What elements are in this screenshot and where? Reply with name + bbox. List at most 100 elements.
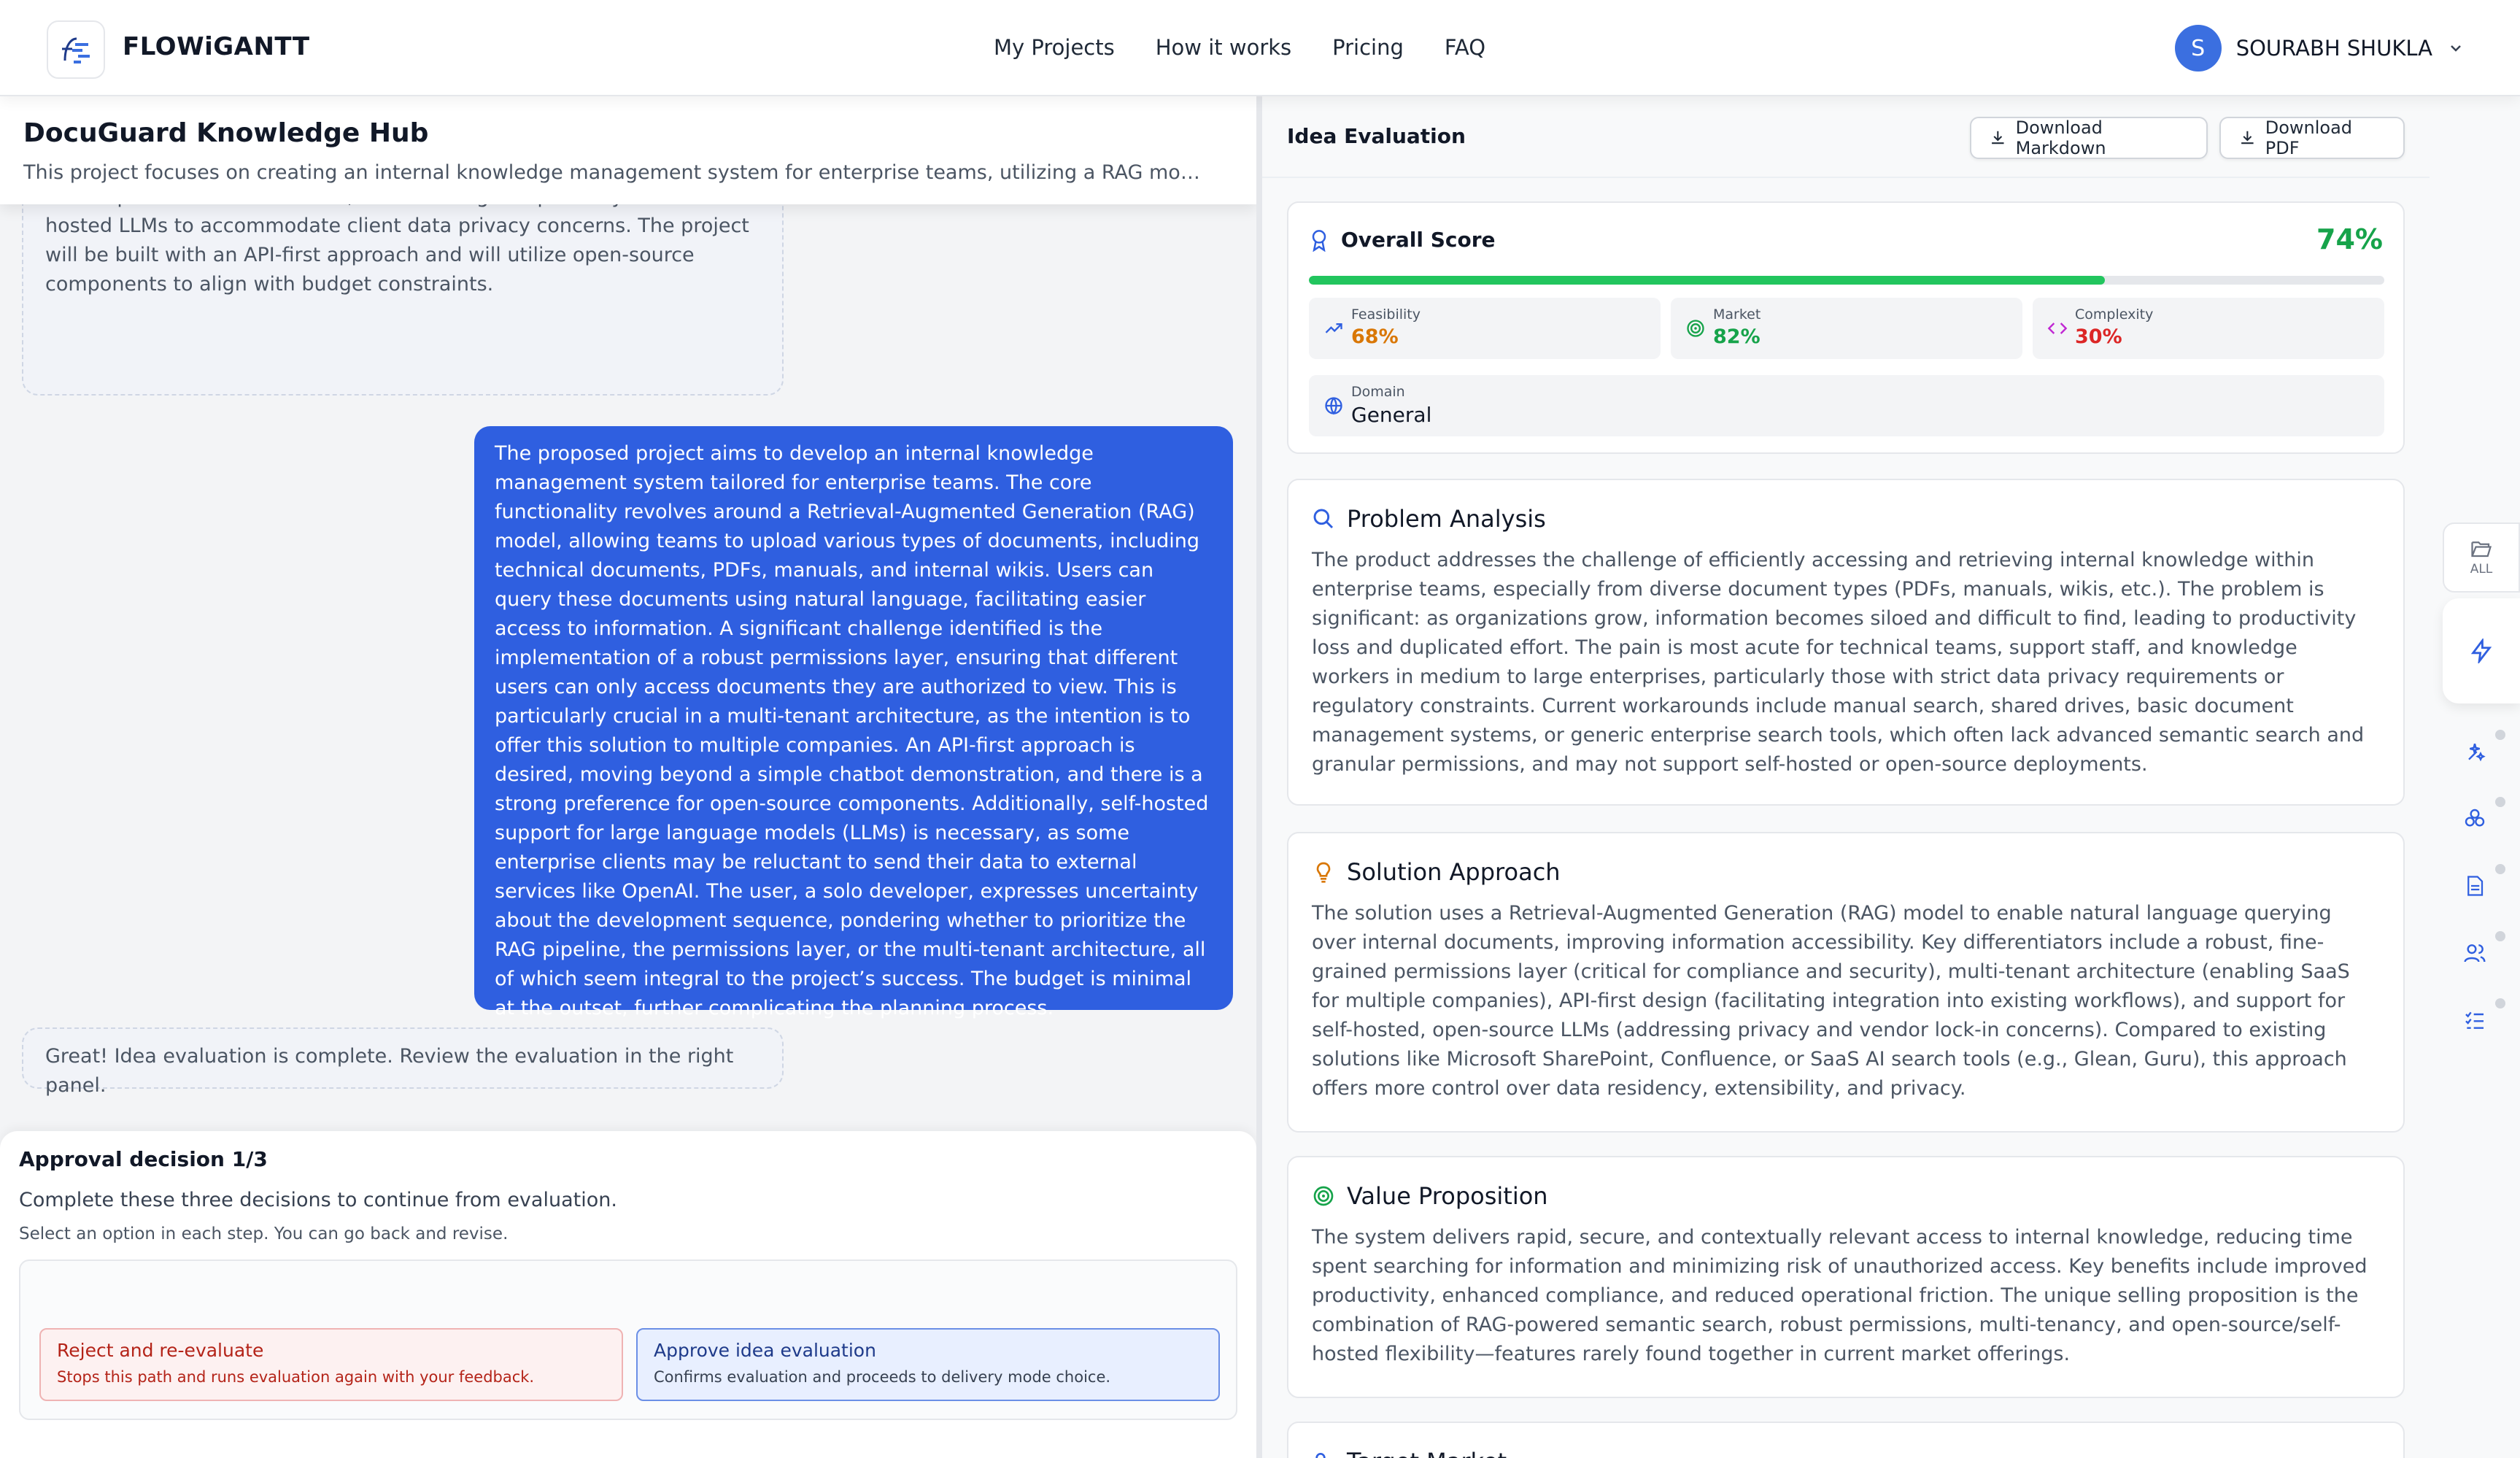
overall-score-card: Overall Score 74% Feasibility 68% Market…: [1287, 201, 2405, 454]
globe-icon: [1325, 397, 1342, 415]
user-message: The proposed project aims to develop an …: [474, 426, 1233, 1019]
user-name[interactable]: SOURABH SHUKLA: [2236, 36, 2432, 61]
assistant-message-complete-text: Great! Idea evaluation is complete. Revi…: [45, 1045, 734, 1097]
metric-complexity: Complexity 30%: [2033, 298, 2384, 359]
overall-score-bar-fill: [1309, 276, 2105, 285]
sparkles-icon: [2468, 744, 2486, 762]
nav-how-it-works[interactable]: How it works: [1156, 35, 1291, 60]
rail-bolt-button[interactable]: [2443, 598, 2520, 703]
overall-score-bar: [1309, 276, 2384, 285]
project-title: DocuGuard Knowledge Hub: [23, 118, 429, 148]
flow-logo-icon: [62, 37, 90, 63]
section-problem-analysis: Problem Analysis The product addresses t…: [1287, 479, 2405, 806]
approval-panel: Approval decision 1/3 Complete these thr…: [0, 1131, 1256, 1458]
metric-label: Market: [1713, 306, 1761, 323]
overall-score-label: Overall Score: [1341, 228, 1496, 252]
status-dot: [2495, 730, 2505, 740]
approve-label: Approve idea evaluation: [654, 1340, 876, 1361]
rail-all-button[interactable]: ALL: [2443, 522, 2520, 593]
metric-label: Feasibility: [1351, 306, 1421, 323]
metric-market: Market 82%: [1671, 298, 2022, 359]
download-pdf-button[interactable]: Download PDF: [2219, 117, 2405, 159]
top-navigation-bar: FLOWiGANTT My Projects How it works Pric…: [0, 0, 2520, 96]
rail-sparkle-button[interactable]: [2443, 725, 2507, 778]
code-icon: [2047, 323, 2068, 334]
logo[interactable]: [47, 20, 105, 79]
rail-all-label: ALL: [2470, 562, 2493, 576]
project-header: DocuGuard Knowledge Hub This project foc…: [0, 96, 1256, 204]
target-icon: [1687, 320, 1704, 337]
download-icon: [1992, 131, 2004, 144]
domain-value: General: [1351, 403, 1432, 427]
brand-name: FLOWiGANTT: [123, 32, 310, 61]
target-icon: [1313, 1186, 1334, 1206]
rail-users-button[interactable]: [2443, 927, 2507, 979]
cubes-icon: [2465, 809, 2485, 827]
approve-description: Confirms evaluation and proceeds to deli…: [654, 1368, 1111, 1386]
section-solution-approach: Solution Approach The solution uses a Re…: [1287, 832, 2405, 1133]
user-menu[interactable]: S SOURABH SHUKLA: [2174, 25, 2465, 72]
evaluation-header: Idea Evaluation Download Markdown Downlo…: [1262, 96, 2430, 178]
download-markdown-label: Download Markdown: [2015, 117, 2106, 158]
approval-options: Reject and re-evaluate Stops this path a…: [19, 1260, 1237, 1420]
section-body: The solution uses a Retrieval-Augmented …: [1312, 902, 2350, 1100]
pane-divider[interactable]: [1256, 96, 1262, 1458]
reject-label: Reject and re-evaluate: [57, 1340, 264, 1361]
metric-label: Complexity: [2075, 306, 2154, 323]
section-value-proposition: Value Proposition The system delivers ra…: [1287, 1156, 2405, 1398]
project-description: This project focuses on creating an inte…: [23, 161, 1205, 184]
approval-subtitle: Complete these three decisions to contin…: [19, 1189, 617, 1211]
rail-cubes-button[interactable]: [2443, 792, 2507, 845]
nav-pricing[interactable]: Pricing: [1332, 35, 1404, 60]
user-message-text: The proposed project aims to develop an …: [495, 442, 1209, 1019]
section-title: Target Market: [1347, 1448, 1507, 1458]
approve-button[interactable]: Approve idea evaluation Confirms evaluat…: [636, 1328, 1220, 1401]
nav-faq[interactable]: FAQ: [1445, 35, 1485, 60]
download-markdown-button[interactable]: Download Markdown: [1970, 117, 2208, 159]
metric-feasibility: Feasibility 68%: [1309, 298, 1661, 359]
nav-my-projects[interactable]: My Projects: [994, 35, 1115, 60]
assistant-message-complete: Great! Idea evaluation is complete. Revi…: [22, 1027, 784, 1097]
metric-value: 68%: [1351, 325, 1399, 348]
status-dot: [2495, 998, 2505, 1008]
search-icon: [1313, 509, 1334, 529]
main-nav: My Projects How it works Pricing FAQ: [994, 35, 1485, 60]
chat-pane: DocuGuard Knowledge Hub This project foc…: [0, 96, 1256, 1458]
avatar[interactable]: S: [2174, 25, 2222, 72]
section-title: Solution Approach: [1347, 858, 1561, 886]
metric-value: 30%: [2075, 325, 2122, 348]
status-dot: [2495, 864, 2505, 874]
approval-title: Approval decision 1/3: [19, 1147, 268, 1171]
evaluation-pane: Idea Evaluation Download Markdown Downlo…: [1262, 96, 2430, 1458]
evaluation-title: Idea Evaluation: [1287, 124, 1466, 148]
trending-up-icon: [1325, 323, 1342, 333]
section-title: Problem Analysis: [1347, 505, 1546, 533]
status-dot: [2495, 931, 2505, 941]
rail-checklist-button[interactable]: [2443, 994, 2507, 1046]
side-rail: ALL: [2430, 96, 2520, 1458]
award-icon: [1312, 229, 1326, 252]
reject-description: Stops this path and runs evaluation agai…: [57, 1368, 535, 1386]
section-body: The system delivers rapid, secure, and c…: [1312, 1226, 2368, 1365]
section-body: The product addresses the challenge of e…: [1312, 549, 2365, 776]
lightbulb-icon: [1316, 862, 1331, 883]
lightning-icon: [2470, 639, 2492, 663]
rail-document-button[interactable]: [2443, 860, 2507, 912]
approval-hint: Select an option in each step. You can g…: [19, 1224, 509, 1243]
domain-field: Domain General: [1309, 375, 2384, 436]
overall-score-value: 74%: [2316, 223, 2383, 255]
folder-open-icon: [2471, 541, 2492, 558]
reject-button[interactable]: Reject and re-evaluate Stops this path a…: [39, 1328, 623, 1401]
document-icon: [2467, 876, 2484, 896]
users-icon: [2464, 944, 2486, 963]
section-title: Value Proposition: [1347, 1182, 1548, 1210]
section-target-market: Target Market: [1287, 1422, 2405, 1458]
metric-value: 82%: [1713, 325, 1760, 348]
users-icon: [1315, 1453, 1326, 1458]
checklist-icon: [2465, 1011, 2484, 1029]
domain-label: Domain: [1351, 384, 1405, 400]
chevron-down-icon[interactable]: [2447, 39, 2465, 57]
download-icon: [2241, 131, 2254, 144]
status-dot: [2495, 797, 2505, 807]
download-pdf-label: Download PDF: [2265, 117, 2353, 158]
